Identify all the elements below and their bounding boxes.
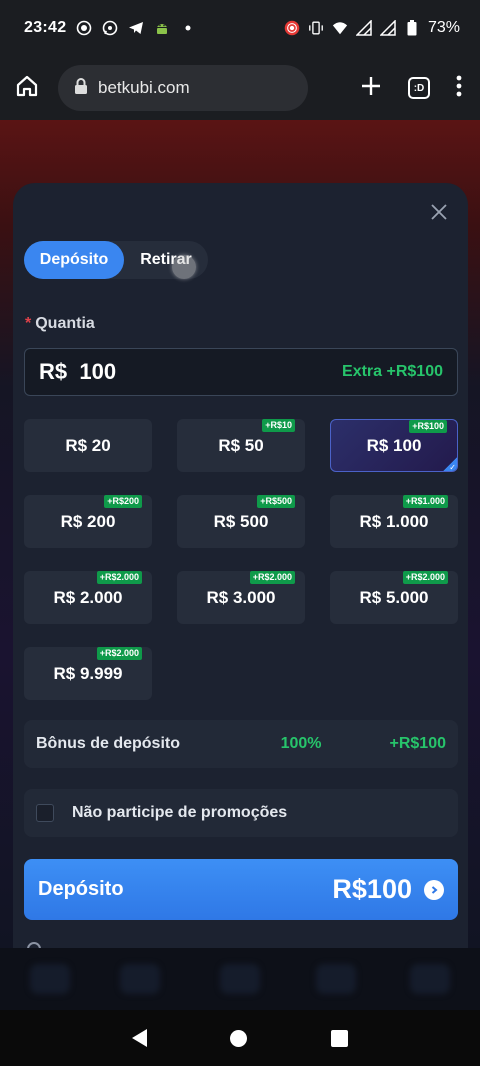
home-icon[interactable] xyxy=(14,73,40,104)
amount-option-label: R$ 3.000 xyxy=(206,587,276,607)
bonus-badge: +R$2.000 xyxy=(402,571,448,584)
bonus-badge: +R$2.000 xyxy=(249,571,295,584)
new-tab-icon[interactable] xyxy=(360,75,382,102)
amount-option-label: R$ 500 xyxy=(213,511,269,531)
deposit-withdraw-tabs: Depósito Retirar xyxy=(24,241,208,279)
deposit-bonus-amount: +R$100 xyxy=(389,735,447,752)
required-marker: * xyxy=(25,315,32,332)
browser-actions: :D xyxy=(360,75,466,102)
bonus-badge: +R$100 xyxy=(409,420,447,433)
status-right: 73% xyxy=(284,19,460,37)
amount-option-label: R$ 1.000 xyxy=(359,511,429,531)
back-icon[interactable] xyxy=(131,1029,147,1047)
deposit-button-label: Depósito xyxy=(38,878,124,900)
status-left: 23:42 xyxy=(24,19,196,37)
page-footer-backdrop xyxy=(0,948,480,1010)
amount-option[interactable]: +R$2.000 R$ 2.000 xyxy=(24,571,152,624)
amount-option-selected[interactable]: +R$100 R$ 100 ✓ xyxy=(330,419,458,472)
amount-option[interactable]: R$ 20 xyxy=(24,419,152,472)
amount-extra-bonus: Extra +R$100 xyxy=(342,363,443,380)
amount-option-label: R$ 5.000 xyxy=(359,587,429,607)
record-icon xyxy=(76,20,92,36)
modal-overflow-content xyxy=(27,940,447,948)
amount-option-label: R$ 20 xyxy=(65,435,111,455)
recent-apps-icon[interactable] xyxy=(331,1029,349,1047)
promotions-optout-label: Não participe de promoções xyxy=(72,804,288,821)
telegram-icon xyxy=(128,20,144,36)
tab-withdraw[interactable]: Retirar xyxy=(124,241,208,279)
tab-switcher-button[interactable]: :D xyxy=(408,77,430,99)
deposit-bonus-label: Bônus de depósito xyxy=(36,735,180,752)
bonus-badge: +R$500 xyxy=(257,495,295,508)
browser-toolbar: betkubi.com :D xyxy=(0,56,480,120)
footer-blur-icon xyxy=(120,964,160,994)
status-time: 23:42 xyxy=(24,19,67,36)
amount-option-label: R$ 200 xyxy=(60,511,116,531)
bonus-badge: +R$2.000 xyxy=(96,571,142,584)
signal-icon xyxy=(355,20,372,36)
vibrate-icon xyxy=(308,20,324,36)
battery-percent: 73% xyxy=(427,19,460,36)
deposit-button-amount: R$100 xyxy=(332,874,412,904)
battery-icon xyxy=(404,20,420,36)
footer-blur-icon xyxy=(220,964,260,994)
screen-record-icon xyxy=(284,20,300,36)
home-button-icon[interactable] xyxy=(230,1029,248,1047)
dot-icon xyxy=(180,20,196,36)
deposit-modal: Depósito Retirar * Quantia R$ 100 Extra +… xyxy=(13,183,468,948)
whatsapp-icon xyxy=(102,20,118,36)
footer-blur-icon xyxy=(410,964,450,994)
system-navigation-bar xyxy=(0,1010,480,1066)
bonus-badge: +R$10 xyxy=(262,419,295,432)
amount-option[interactable]: +R$2.000 R$ 9.999 xyxy=(24,647,152,700)
lock-icon xyxy=(74,77,88,99)
amount-option[interactable]: +R$2.000 R$ 5.000 xyxy=(330,571,458,624)
footer-blur-icon xyxy=(30,964,70,994)
signal-icon xyxy=(379,20,396,36)
check-icon: ✓ xyxy=(443,457,457,472)
close-icon[interactable] xyxy=(428,201,450,223)
chevron-right-icon xyxy=(424,879,444,900)
footer-blur-icon xyxy=(316,964,356,994)
deposit-bonus-row: Bônus de depósito 100% +R$100 xyxy=(24,720,458,768)
wifi-icon xyxy=(332,20,348,36)
more-options-icon[interactable] xyxy=(456,75,462,102)
bonus-badge: +R$1.000 xyxy=(402,495,448,508)
amount-label: * Quantia xyxy=(25,315,95,333)
amount-option[interactable]: +R$500 R$ 500 xyxy=(177,495,305,548)
promotions-optout-row[interactable]: Não participe de promoções xyxy=(24,789,458,837)
tab-deposit[interactable]: Depósito xyxy=(24,241,124,279)
amount-option-label: R$ 9.999 xyxy=(53,663,123,683)
amount-option-label: R$ 50 xyxy=(218,435,264,455)
amount-option[interactable]: +R$10 R$ 50 xyxy=(177,419,305,472)
deposit-button[interactable]: Depósito R$100 xyxy=(24,859,458,920)
amount-option[interactable]: +R$1.000 R$ 1.000 xyxy=(330,495,458,548)
amount-input-value: R$ 100 xyxy=(39,359,117,384)
bonus-badge: +R$2.000 xyxy=(96,647,142,660)
amount-options-grid: R$ 20 +R$10 R$ 50 +R$100 R$ 100 ✓ +R$200… xyxy=(24,419,458,700)
bonus-badge: +R$200 xyxy=(104,495,142,508)
amount-option-label: R$ 2.000 xyxy=(53,587,123,607)
url-text: betkubi.com xyxy=(98,78,190,97)
promotions-optout-checkbox[interactable] xyxy=(36,804,54,822)
android-icon xyxy=(154,20,170,36)
amount-option[interactable]: +R$2.000 R$ 3.000 xyxy=(177,571,305,624)
deposit-bonus-percent: 100% xyxy=(280,735,322,752)
amount-option[interactable]: +R$200 R$ 200 xyxy=(24,495,152,548)
status-bar: 23:42 73% xyxy=(0,0,480,56)
amount-option-label: R$ 100 xyxy=(366,435,422,455)
touch-indicator xyxy=(172,255,196,279)
amount-input[interactable]: R$ 100 Extra +R$100 xyxy=(24,348,458,396)
address-bar[interactable]: betkubi.com xyxy=(58,65,308,111)
amount-label-text: Quantia xyxy=(35,315,95,332)
